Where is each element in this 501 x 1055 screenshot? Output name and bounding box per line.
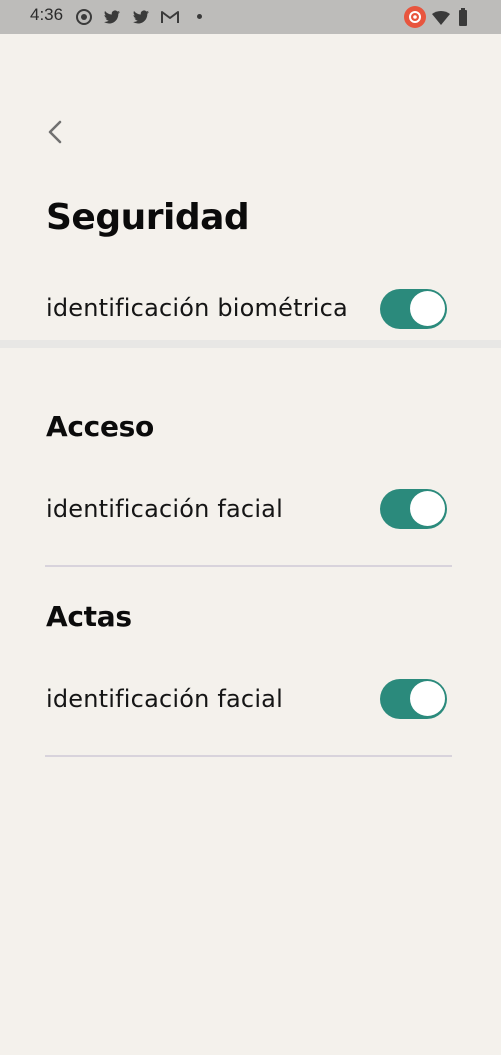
actas-facial-label: identificación facial <box>46 685 283 713</box>
divider-line <box>45 565 452 567</box>
section-heading-actas: Actas <box>46 600 132 633</box>
record-icon <box>74 7 94 27</box>
acceso-facial-label: identificación facial <box>46 495 283 523</box>
biometric-label: identificación biométrica <box>46 294 348 322</box>
back-button[interactable] <box>36 112 76 152</box>
biometric-toggle[interactable] <box>380 289 447 329</box>
section-divider <box>0 340 501 348</box>
section-heading-acceso: Acceso <box>46 410 154 443</box>
twitter-icon <box>131 7 151 27</box>
divider-line <box>45 755 452 757</box>
battery-icon <box>455 7 475 27</box>
acceso-facial-toggle[interactable] <box>380 489 447 529</box>
toggle-knob <box>410 491 445 526</box>
notification-dot <box>197 14 202 19</box>
toggle-knob <box>410 681 445 716</box>
gmail-icon <box>160 7 180 27</box>
status-time: 4:36 <box>30 5 64 24</box>
actas-facial-toggle[interactable] <box>380 679 447 719</box>
page-title: Seguridad <box>46 197 250 238</box>
twitter-icon <box>102 7 122 27</box>
status-bar: 4:36 <box>0 0 501 34</box>
cast-icon <box>403 5 427 29</box>
toggle-knob <box>410 291 445 326</box>
wifi-icon <box>431 7 451 27</box>
chevron-left-icon <box>36 120 76 156</box>
